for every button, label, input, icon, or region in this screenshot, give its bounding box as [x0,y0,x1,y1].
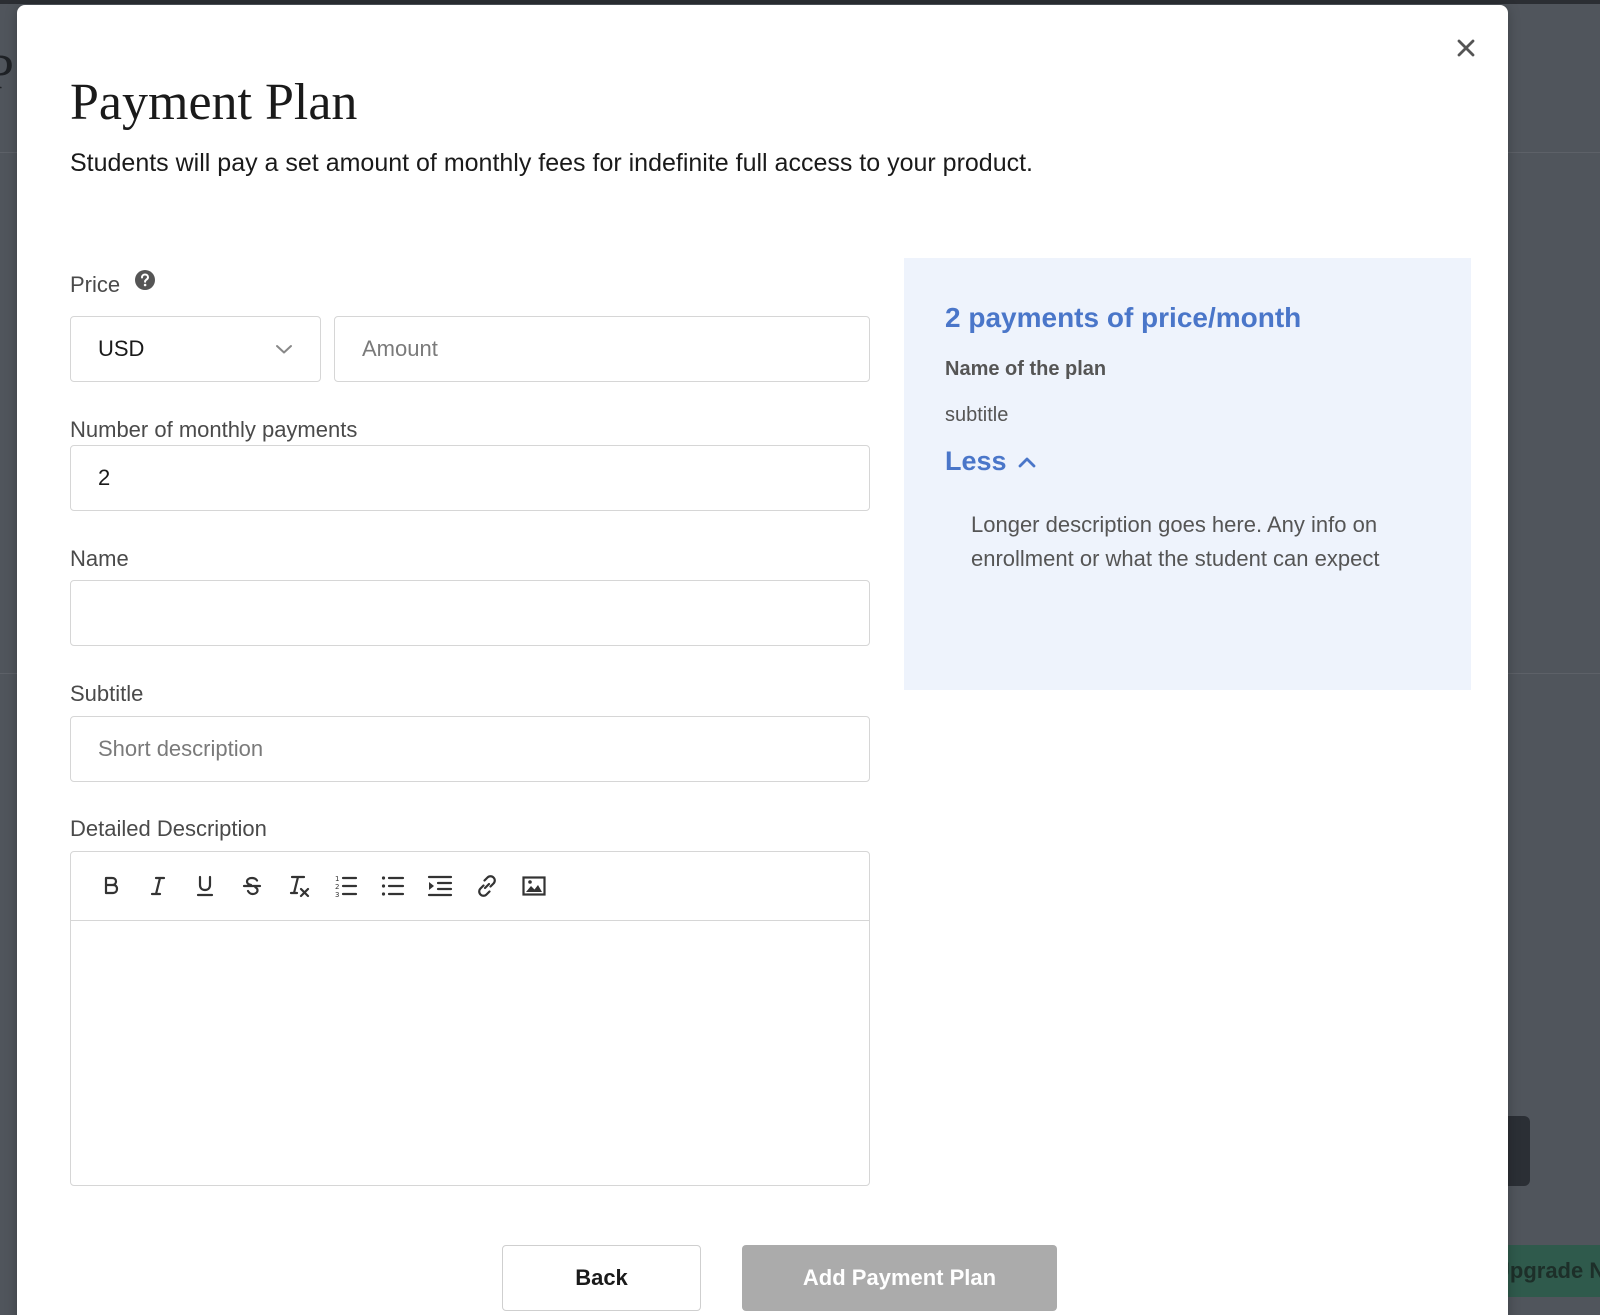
modal-title: Payment Plan [70,74,358,131]
close-button[interactable] [1451,33,1481,63]
underline-icon [196,875,214,897]
plan-preview-card: 2 payments of price/month Name of the pl… [904,258,1471,690]
background-top-bar [0,0,1600,4]
svg-text:2: 2 [335,883,339,891]
clear-format-button[interactable] [281,868,317,904]
preview-description: Longer description goes here. Any info o… [971,512,1380,571]
name-input[interactable] [70,580,870,646]
strikethrough-icon [242,876,262,896]
preview-heading: 2 payments of price/month [945,302,1302,333]
bullet-list-button[interactable] [375,868,411,904]
ordered-list-button[interactable]: 1 2 3 [328,868,364,904]
payments-input[interactable] [70,445,870,511]
amount-input[interactable] [334,316,870,382]
bullet-list-icon [381,876,405,896]
editor-content-area[interactable] [71,921,869,1183]
subtitle-input[interactable] [70,716,870,782]
bold-button[interactable] [93,868,129,904]
underline-button[interactable] [187,868,223,904]
preview-less-toggle[interactable]: Less [945,446,1037,477]
italic-button[interactable] [140,868,176,904]
add-payment-plan-button[interactable]: Add Payment Plan [742,1245,1057,1311]
rich-text-editor: 1 2 3 [70,851,870,1186]
background-heading-fragment: P [0,42,14,100]
payments-label: Number of monthly payments [70,417,358,442]
svg-text:3: 3 [335,891,339,899]
preview-plan-name: Name of the plan [945,358,1107,380]
currency-select[interactable]: USD [70,316,321,382]
editor-toolbar: 1 2 3 [71,852,869,921]
chevron-down-icon [276,345,292,354]
svg-text:1: 1 [335,875,339,883]
preview-toggle-label: Less [945,446,1007,476]
price-label: Price [70,272,121,297]
link-icon [478,875,496,897]
modal-subtitle: Students will pay a set amount of monthl… [70,149,1034,177]
preview-plan-subtitle: subtitle [945,404,1009,426]
chevron-up-icon [1018,457,1035,467]
currency-value: USD [98,336,145,361]
indent-icon [427,875,453,897]
link-button[interactable] [469,868,505,904]
strikethrough-button[interactable] [234,868,270,904]
image-button[interactable] [516,868,552,904]
payment-plan-modal: Payment Plan Students will pay a set amo… [17,5,1508,1315]
close-icon [1457,39,1475,57]
image-icon [522,876,546,896]
italic-icon [150,876,166,896]
help-icon[interactable] [134,269,156,291]
bold-icon [104,876,119,895]
name-label: Name [70,546,129,571]
background-upgrade-label: Upgrade Now [1494,1258,1600,1283]
back-button[interactable]: Back [502,1245,701,1311]
clear-format-icon [289,875,310,898]
indent-button[interactable] [422,868,458,904]
subtitle-label: Subtitle [70,681,144,706]
ordered-list-icon: 1 2 3 [335,875,358,899]
description-label: Detailed Description [70,816,267,841]
